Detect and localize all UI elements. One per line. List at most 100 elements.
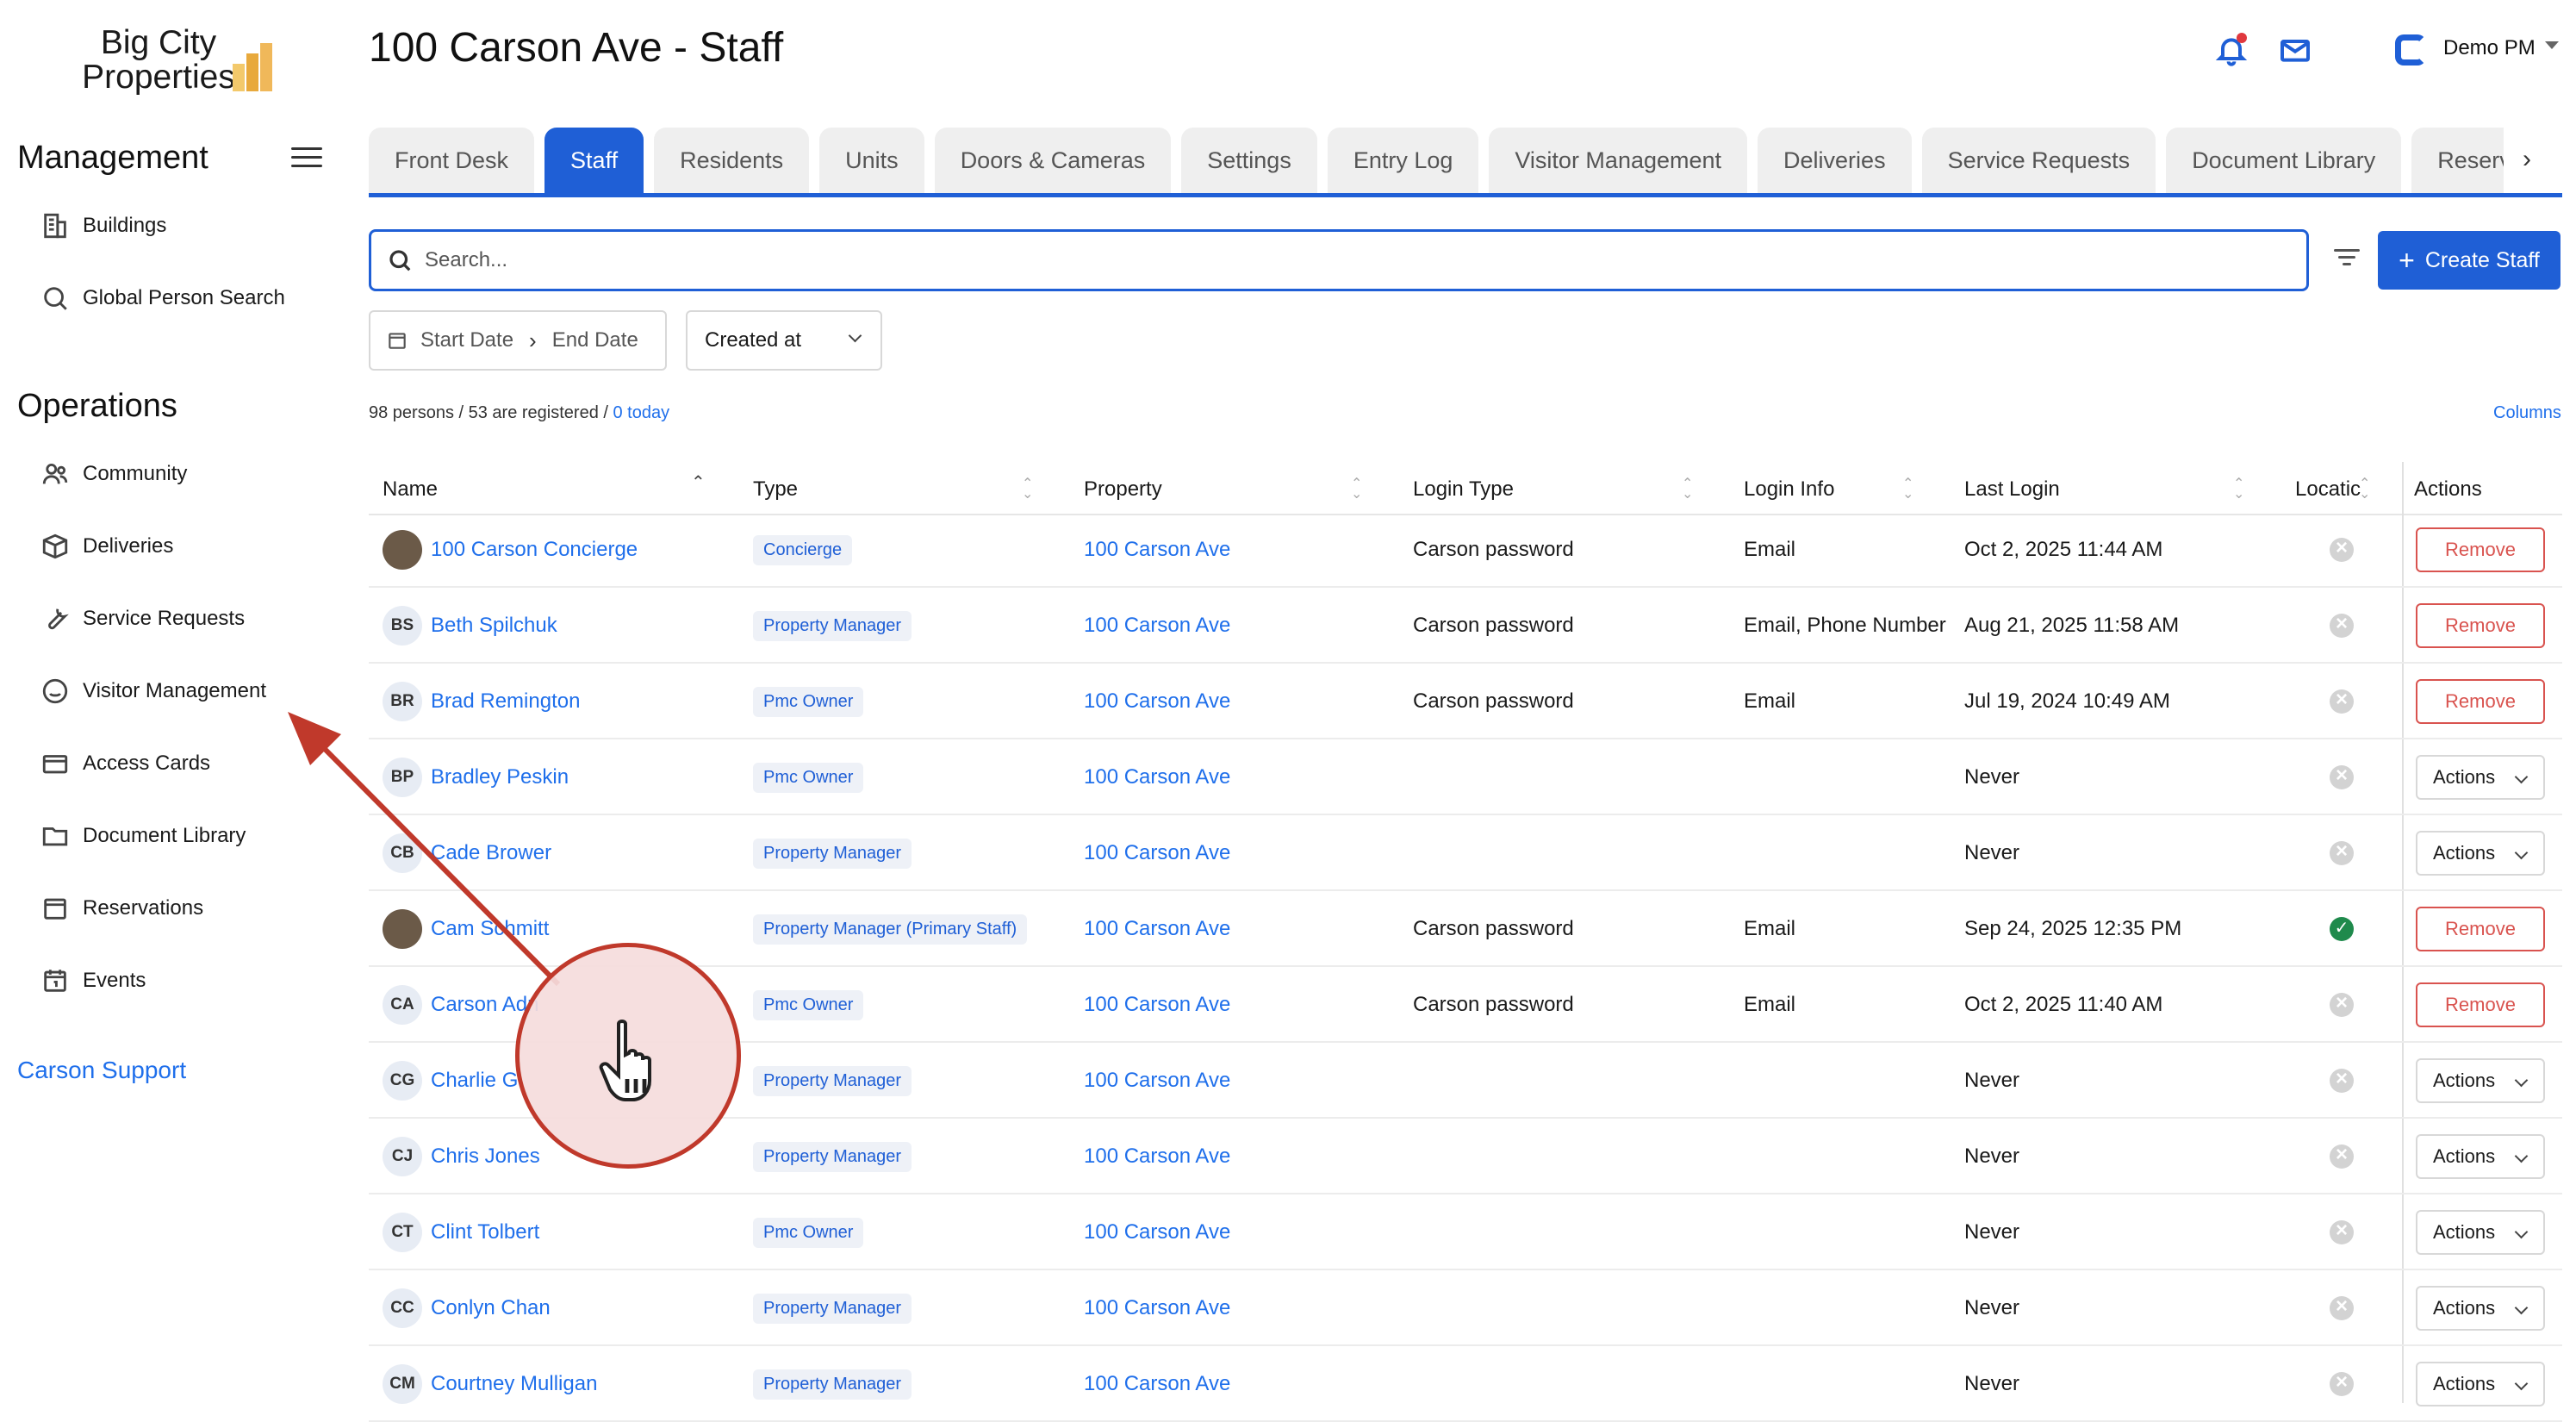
remove-button[interactable]: Remove	[2416, 907, 2545, 951]
sort-icon[interactable]: ⌃ ⌄	[1902, 477, 1914, 502]
property-link[interactable]: 100 Carson Ave	[1084, 1220, 1230, 1244]
tab-entry-log[interactable]: Entry Log	[1327, 128, 1479, 193]
remove-button[interactable]: Remove	[2416, 679, 2545, 724]
actions-dropdown[interactable]: Actions	[2416, 1058, 2545, 1103]
sort-asc-icon[interactable]: ⌃	[691, 474, 706, 498]
hamburger-menu-icon[interactable]	[289, 141, 324, 176]
property-link[interactable]: 100 Carson Ave	[1084, 1372, 1230, 1396]
sidebar-item-service-requests[interactable]: Service Requests	[38, 593, 339, 645]
tab-document-library[interactable]: Document Library	[2166, 128, 2402, 193]
sidebar-item-visitor-management[interactable]: Visitor Management	[38, 665, 339, 717]
person-name-link[interactable]: Bradley Peskin	[431, 765, 569, 789]
table-row[interactable]: BR Brad Remington Pmc Owner 100 Carson A…	[369, 665, 2562, 739]
sidebar-item-global-person-search[interactable]: Global Person Search	[38, 272, 339, 324]
person-name-link[interactable]: 100 Carson Concierge	[431, 538, 638, 562]
property-link[interactable]: 100 Carson Ave	[1084, 1144, 1230, 1169]
tab-service-requests[interactable]: Service Requests	[1921, 128, 2156, 193]
col-last-login[interactable]: Last Login	[1964, 477, 2060, 502]
sidebar-item-events[interactable]: Events	[38, 955, 339, 1007]
tab-deliveries[interactable]: Deliveries	[1758, 128, 1912, 193]
start-date-input[interactable]: Start Date	[420, 328, 513, 352]
person-name-link[interactable]: Conlyn Chan	[431, 1296, 551, 1320]
tab-front-desk[interactable]: Front Desk	[369, 128, 535, 193]
user-name[interactable]: Demo PM	[2443, 36, 2536, 60]
remove-button[interactable]: Remove	[2416, 982, 2545, 1027]
sort-icon[interactable]: ⌃ ⌄	[1022, 477, 1034, 502]
actions-dropdown[interactable]: Actions	[2416, 1210, 2545, 1255]
tab-staff[interactable]: Staff	[544, 128, 644, 193]
remove-button[interactable]: Remove	[2416, 527, 2545, 572]
person-name-link[interactable]: Clint Tolbert	[431, 1220, 539, 1244]
tab-settings[interactable]: Settings	[1181, 128, 1317, 193]
remove-button[interactable]: Remove	[2416, 603, 2545, 648]
table-row[interactable]: CB Cade Brower Property Manager 100 Cars…	[369, 817, 2562, 891]
actions-dropdown[interactable]: Actions	[2416, 755, 2545, 800]
type-badge: Property Manager	[753, 1066, 912, 1096]
end-date-input[interactable]: End Date	[552, 328, 638, 352]
col-name[interactable]: Name	[383, 477, 438, 502]
property-link[interactable]: 100 Carson Ave	[1084, 1296, 1230, 1320]
sort-icon[interactable]: ⌃ ⌄	[2359, 477, 2371, 502]
sidebar-item-access-cards[interactable]: Access Cards	[38, 738, 339, 789]
person-name-link[interactable]: Courtney Mulligan	[431, 1372, 597, 1396]
col-location[interactable]: Locatic	[2295, 477, 2361, 502]
actions-dropdown[interactable]: Actions	[2416, 1362, 2545, 1406]
tab-doors-cameras[interactable]: Doors & Cameras	[934, 128, 1172, 193]
col-property[interactable]: Property	[1084, 477, 1162, 502]
user-avatar[interactable]	[2395, 34, 2426, 65]
chevron-right-icon[interactable]: ›	[2523, 145, 2531, 174]
person-name-link[interactable]: Brad Remington	[431, 689, 580, 714]
person-name-link[interactable]: Charlie G	[431, 1069, 518, 1093]
table-row[interactable]: CM Courtney Mulligan Property Manager 10…	[369, 1348, 2562, 1422]
person-name-link[interactable]: Cam Schmitt	[431, 917, 549, 941]
tab-residents[interactable]: Residents	[654, 128, 810, 193]
property-link[interactable]: 100 Carson Ave	[1084, 917, 1230, 941]
property-link[interactable]: 100 Carson Ave	[1084, 765, 1230, 789]
actions-dropdown[interactable]: Actions	[2416, 1134, 2545, 1179]
carson-support-link[interactable]: Carson Support	[17, 1057, 186, 1084]
sidebar-item-buildings[interactable]: Buildings	[38, 200, 339, 252]
create-staff-button[interactable]: + Create Staff	[2378, 231, 2560, 290]
management-section-title: Management	[17, 140, 208, 176]
col-login-info[interactable]: Login Info	[1744, 477, 1834, 502]
table-row[interactable]: Cam Schmitt Property Manager (Primary St…	[369, 893, 2562, 967]
property-link[interactable]: 100 Carson Ave	[1084, 993, 1230, 1017]
person-name-link[interactable]: Beth Spilchuk	[431, 614, 557, 638]
filter-icon[interactable]	[2331, 245, 2362, 276]
sidebar-item-reservations[interactable]: Reservations	[38, 883, 339, 934]
col-type[interactable]: Type	[753, 477, 798, 502]
chevron-down-icon[interactable]	[2545, 41, 2559, 49]
tab-visitor-management[interactable]: Visitor Management	[1489, 128, 1748, 193]
property-link[interactable]: 100 Carson Ave	[1084, 841, 1230, 865]
sidebar-item-community[interactable]: Community	[38, 448, 339, 500]
property-link[interactable]: 100 Carson Ave	[1084, 538, 1230, 562]
sidebar-item-document-library[interactable]: Document Library	[38, 810, 339, 862]
actions-dropdown[interactable]: Actions	[2416, 831, 2545, 876]
property-link[interactable]: 100 Carson Ave	[1084, 689, 1230, 714]
table-row[interactable]: CT Clint Tolbert Pmc Owner 100 Carson Av…	[369, 1196, 2562, 1270]
search-input[interactable]	[423, 247, 2236, 273]
sort-icon[interactable]: ⌃ ⌄	[2233, 477, 2245, 502]
col-login-type[interactable]: Login Type	[1413, 477, 1514, 502]
property-link[interactable]: 100 Carson Ave	[1084, 614, 1230, 638]
sort-icon[interactable]: ⌃ ⌄	[1682, 477, 1694, 502]
person-name-link[interactable]: Chris Jones	[431, 1144, 540, 1169]
actions-dropdown[interactable]: Actions	[2416, 1286, 2545, 1331]
property-link[interactable]: 100 Carson Ave	[1084, 1069, 1230, 1093]
table-row[interactable]: BP Bradley Peskin Pmc Owner 100 Carson A…	[369, 741, 2562, 815]
table-row[interactable]: 100 Carson Concierge Concierge 100 Carso…	[369, 514, 2562, 588]
search-bar[interactable]	[369, 229, 2309, 291]
tab-units[interactable]: Units	[819, 128, 924, 193]
columns-link[interactable]: Columns	[2493, 403, 2561, 423]
table-row[interactable]: BS Beth Spilchuk Property Manager 100 Ca…	[369, 589, 2562, 664]
date-range-picker[interactable]: Start Date › End Date	[369, 310, 667, 371]
table-row[interactable]: CC Conlyn Chan Property Manager 100 Cars…	[369, 1272, 2562, 1346]
sort-select[interactable]: Created at	[686, 310, 882, 371]
mail-icon[interactable]	[2278, 33, 2312, 72]
sidebar-item-deliveries[interactable]: Deliveries	[38, 521, 339, 572]
company-logo[interactable]: Big City Properties	[81, 26, 288, 95]
person-name-link[interactable]: Cade Brower	[431, 841, 551, 865]
today-link[interactable]: 0 today	[613, 403, 670, 422]
sort-icon[interactable]: ⌃ ⌄	[1351, 477, 1363, 502]
notification-bell-icon[interactable]	[2214, 33, 2249, 72]
